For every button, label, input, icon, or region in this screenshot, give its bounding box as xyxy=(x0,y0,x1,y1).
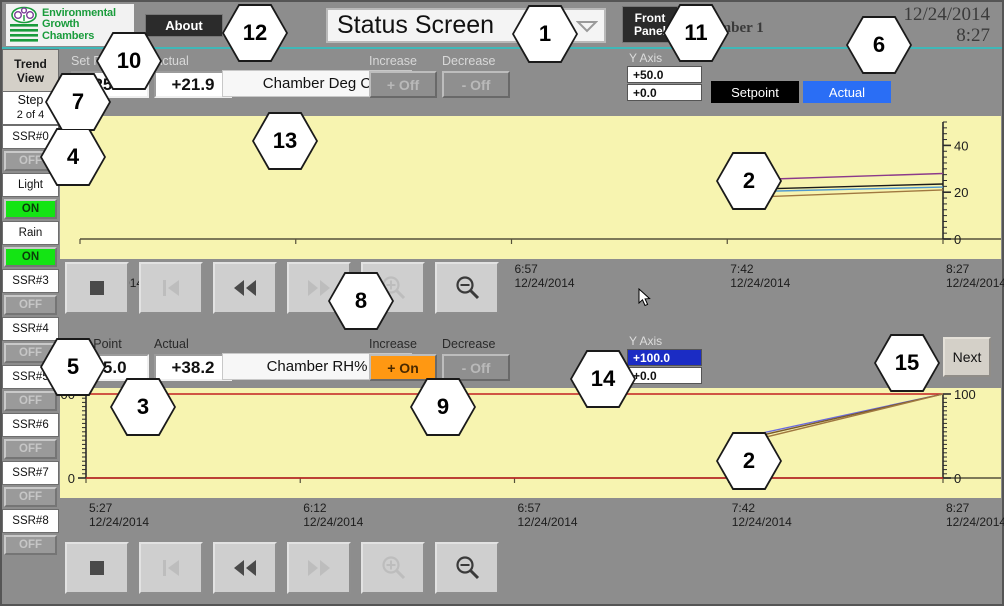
temp-increase-label: Increase xyxy=(369,54,417,68)
tab-trend-view[interactable]: Trend View xyxy=(2,49,59,91)
ssr-name-4: SSR#4 xyxy=(2,317,59,341)
ssr-name-1: Light xyxy=(2,173,59,197)
about-button[interactable]: About xyxy=(145,14,223,37)
svg-text:0: 0 xyxy=(68,471,75,486)
svg-text:100: 100 xyxy=(954,388,976,402)
temp-yaxis-label: Y Axis xyxy=(629,51,663,65)
humidity-chart-toolbar xyxy=(65,542,565,598)
temp-x-tick-4: 8:27 12/24/2014 xyxy=(946,262,1004,290)
application-window: Environmental Growth Chambers About Stat… xyxy=(0,0,1004,606)
rh-x-tick-3: 7:42 12/24/2014 xyxy=(731,501,792,529)
stop-icon[interactable] xyxy=(65,262,129,314)
temp-decrease-button[interactable]: - Off xyxy=(442,71,510,98)
datetime-display: 12/24/2014 8:27 xyxy=(903,4,990,46)
rh-increase-button[interactable]: + On xyxy=(369,354,437,381)
temp-x-tick-3: 7:42 12/24/2014 xyxy=(730,262,791,290)
zoom-in-icon xyxy=(361,542,425,594)
logo-text: Environmental Growth Chambers xyxy=(40,7,116,43)
stop-icon[interactable] xyxy=(65,542,129,594)
rewind-icon[interactable] xyxy=(213,262,277,314)
trend-view-line-2: View xyxy=(16,70,45,85)
zoom-out-icon[interactable] xyxy=(435,262,499,314)
ssr-name-7: SSR#7 xyxy=(2,461,59,485)
ssr-name-6: SSR#6 xyxy=(2,413,59,437)
rh-x-tick-4: 8:27 12/24/2014 xyxy=(946,501,1004,529)
front-panel-line-1: Front xyxy=(634,10,666,25)
fast-forward-icon xyxy=(287,542,351,594)
rh-yaxis-label: Y Axis xyxy=(629,334,663,348)
rh-x-tick-2: 6:57 12/24/2014 xyxy=(517,501,578,529)
rh-actual-label: Actual xyxy=(154,337,189,351)
svg-text:0: 0 xyxy=(954,471,961,486)
step-value: 2 of 4 xyxy=(16,109,45,121)
svg-text:40: 40 xyxy=(954,138,968,153)
front-panel-line-2: Panel xyxy=(633,23,666,38)
temp-yaxis-max-field[interactable]: +50.0 xyxy=(627,66,702,83)
legend-actual-button[interactable]: Actual xyxy=(803,81,891,103)
time-label: 8:27 xyxy=(956,25,990,46)
mouse-cursor xyxy=(638,287,652,313)
rh-decrease-label: Decrease xyxy=(442,337,496,351)
humidity-control-bar: Set Point Actual Increase Decrease 95.0 … xyxy=(59,332,1002,384)
ssr-state-5[interactable]: OFF xyxy=(4,391,57,411)
ssr-state-8[interactable]: OFF xyxy=(4,535,57,555)
temp-increase-button[interactable]: + Off xyxy=(369,71,437,98)
rh-yaxis-min-field[interactable]: +0.0 xyxy=(627,367,702,384)
ssr-state-7[interactable]: OFF xyxy=(4,487,57,507)
legend-setpoint-button[interactable]: Setpoint xyxy=(711,81,799,103)
humidity-trend-chart[interactable]: 00100100 xyxy=(59,387,1002,499)
temperature-chart-toolbar xyxy=(65,262,565,318)
zoom-out-icon[interactable] xyxy=(435,542,499,594)
logo-line-3: Chambers xyxy=(42,29,95,42)
rh-x-tick-1: 6:12 12/24/2014 xyxy=(303,501,364,529)
ssr-state-2[interactable]: ON xyxy=(4,247,57,267)
ssr-list: SSR#0 OFF Light ON Rain ON SSR#3 OFF SSR#4 OFF SSR… xyxy=(2,125,59,555)
next-button[interactable]: Next xyxy=(943,337,991,377)
date-label: 12/24/2014 xyxy=(903,4,990,25)
skip-to-start-icon xyxy=(139,542,203,594)
svg-text:0: 0 xyxy=(954,232,961,247)
rh-increase-label: Increase xyxy=(369,337,417,351)
temp-decrease-label: Decrease xyxy=(442,54,496,68)
trend-view-line-1: Trend xyxy=(14,56,47,71)
ssr-state-3[interactable]: OFF xyxy=(4,295,57,315)
rewind-icon[interactable] xyxy=(213,542,277,594)
step-label: Step xyxy=(17,93,44,107)
rh-yaxis-max-field[interactable]: +100.0 xyxy=(627,349,702,366)
temp-yaxis-min-field[interactable]: +0.0 xyxy=(627,84,702,101)
rh-x-tick-0: 5:27 12/24/2014 xyxy=(89,501,150,529)
rh-decrease-button[interactable]: - Off xyxy=(442,354,510,381)
ssr-name-3: SSR#3 xyxy=(2,269,59,293)
ssr-name-2: Rain xyxy=(2,221,59,245)
temperature-trend-chart[interactable]: 0 20 40 xyxy=(59,115,1002,260)
ssr-state-1[interactable]: ON xyxy=(4,199,57,219)
svg-text:20: 20 xyxy=(954,185,968,200)
left-sidebar: Trend View Step 2 of 4 SSR#0 OFF Light ON Ra… xyxy=(2,49,59,604)
ssr-name-8: SSR#8 xyxy=(2,509,59,533)
skip-to-start-icon xyxy=(139,262,203,314)
ssr-state-6[interactable]: OFF xyxy=(4,439,57,459)
temp-actual-field: +21.9 xyxy=(154,71,232,98)
rh-actual-field: +38.2 xyxy=(154,354,232,381)
plant-logo-icon xyxy=(8,6,40,44)
